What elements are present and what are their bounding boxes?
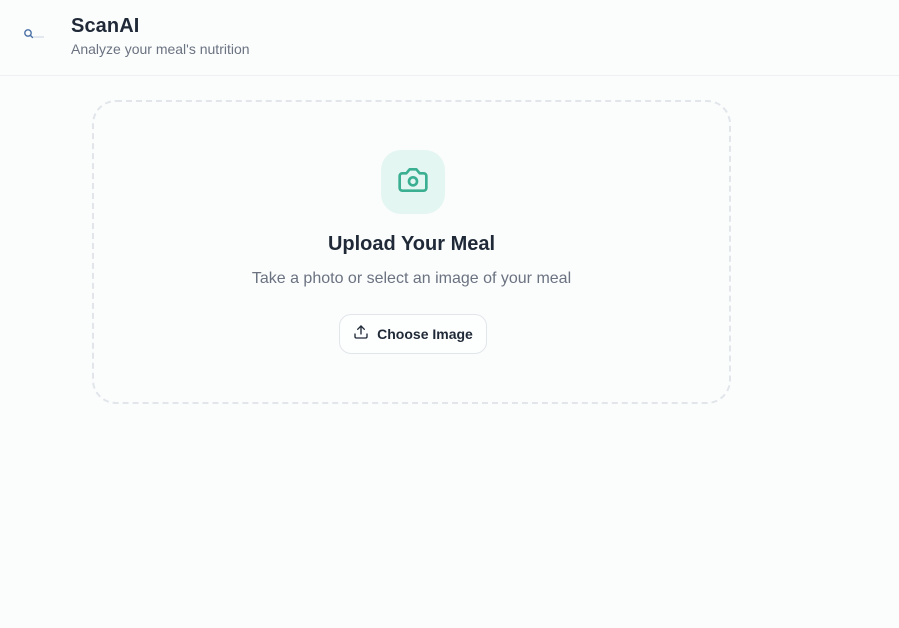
camera-tile — [381, 150, 445, 214]
camera-icon — [397, 164, 429, 201]
app-header: ScanAI Analyze your meal's nutrition — [0, 0, 899, 76]
upload-description: Take a photo or select an image of your … — [251, 270, 572, 287]
choose-image-label: Choose Image — [377, 326, 473, 342]
upload-dropzone[interactable]: Upload Your Meal Take a photo or select … — [92, 100, 731, 404]
upload-icon — [353, 324, 369, 345]
scan-logo-icon — [22, 27, 46, 41]
app-title: ScanAI — [71, 15, 140, 37]
app-subtitle: Analyze your meal's nutrition — [71, 41, 250, 57]
upload-title: Upload Your Meal — [327, 233, 496, 255]
choose-image-button[interactable]: Choose Image — [339, 314, 487, 354]
